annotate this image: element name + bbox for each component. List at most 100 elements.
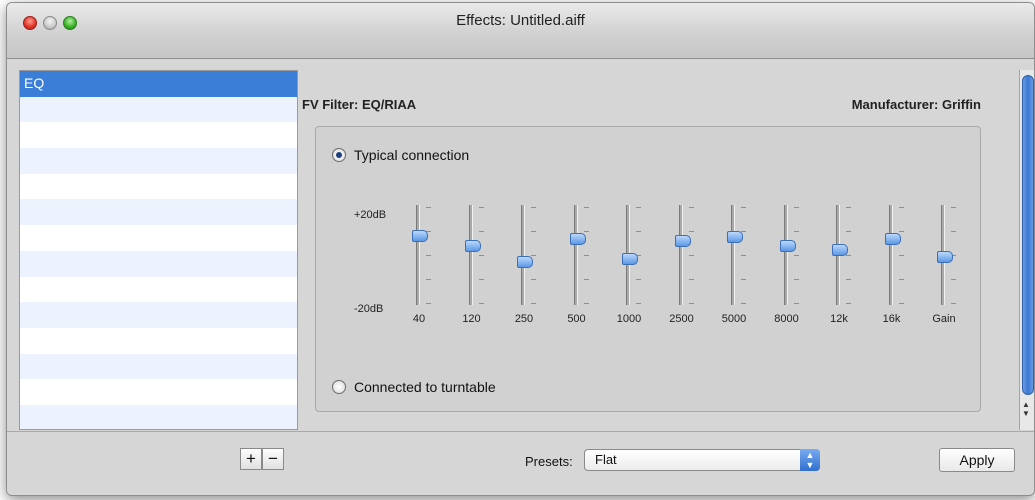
slider-tick xyxy=(951,207,956,208)
slider-thumb[interactable] xyxy=(412,229,428,242)
slider-thumb[interactable] xyxy=(517,256,533,269)
apply-button[interactable]: Apply xyxy=(939,448,1015,472)
list-item[interactable] xyxy=(20,122,297,148)
slider-thumb[interactable] xyxy=(727,231,743,244)
list-item[interactable] xyxy=(20,379,297,405)
db-top-label: +20dB xyxy=(354,209,387,221)
slider-tick xyxy=(688,303,694,304)
list-item[interactable] xyxy=(20,328,297,354)
slider-tick xyxy=(846,207,851,208)
slider-thumb[interactable] xyxy=(622,253,638,266)
eq-slider[interactable]: 2500 xyxy=(669,205,715,335)
list-item[interactable] xyxy=(20,302,297,328)
slider-thumb[interactable] xyxy=(569,233,586,246)
eq-slider[interactable]: 1000 xyxy=(617,205,662,335)
eq-slider[interactable]: 250 xyxy=(515,205,557,335)
list-item[interactable] xyxy=(20,174,297,200)
effects-window: Effects: Untitled.aiff EQ FV Filter: EQ/… xyxy=(6,2,1035,496)
list-item[interactable]: EQ xyxy=(20,71,297,97)
radio-typical-connection[interactable]: Typical connection xyxy=(332,147,469,163)
remove-effect-button[interactable]: − xyxy=(262,448,284,470)
slider-tick xyxy=(688,255,694,256)
band-label: Gain xyxy=(932,313,956,325)
slider-tick xyxy=(636,303,641,304)
band-label: 1000 xyxy=(616,313,642,325)
window-title: Effects: Untitled.aiff xyxy=(456,12,585,29)
slider-tick xyxy=(531,279,536,280)
slider-tick xyxy=(426,207,431,208)
radio-selected-icon xyxy=(332,148,346,162)
effect-list[interactable]: EQ xyxy=(19,70,298,430)
band-label: 40 xyxy=(412,313,426,325)
slider-track xyxy=(888,205,893,305)
slider-thumb[interactable] xyxy=(832,243,848,256)
eq-slider[interactable]: 16k xyxy=(883,205,925,335)
bottom-toolbar: + − Presets: Flat ▲ ▼ Apply xyxy=(7,431,1034,495)
eq-settings-box: Typical connection +20dB -20dB 40 120 250 5… xyxy=(315,126,981,412)
vertical-scrollbar[interactable]: ▲ ▼ xyxy=(1019,70,1034,430)
slider-thumb[interactable] xyxy=(884,233,901,246)
list-item[interactable] xyxy=(20,353,297,380)
band-label: 16k xyxy=(882,313,901,325)
eq-slider[interactable]: 5000 xyxy=(722,205,767,335)
band-label: 500 xyxy=(567,313,586,325)
slider-tick xyxy=(898,255,904,256)
eq-slider[interactable]: 8000 xyxy=(774,205,820,335)
slider-tick xyxy=(951,231,956,232)
slider-tick xyxy=(793,207,799,208)
slider-tick xyxy=(951,303,956,304)
list-item[interactable] xyxy=(20,277,297,303)
slider-track xyxy=(416,205,420,305)
slider-tick xyxy=(583,255,589,256)
scroll-arrows-icon[interactable]: ▲ ▼ xyxy=(1022,400,1030,418)
list-item[interactable] xyxy=(20,225,297,251)
slider-tick xyxy=(688,207,694,208)
slider-tick xyxy=(478,279,484,280)
slider-tick xyxy=(846,279,851,280)
add-effect-button[interactable]: + xyxy=(240,448,262,470)
scroll-thumb[interactable] xyxy=(1022,75,1034,395)
eq-slider[interactable]: 12k xyxy=(830,205,872,335)
slider-tick xyxy=(951,279,956,280)
slider-thumb[interactable] xyxy=(674,234,691,247)
slider-track xyxy=(521,205,525,305)
slider-track xyxy=(678,205,683,305)
slider-tick xyxy=(583,207,589,208)
manufacturer-name: Manufacturer: Griffin xyxy=(851,97,981,112)
presets-value: Flat xyxy=(595,452,617,467)
slider-tick xyxy=(688,231,694,232)
band-label: 2500 xyxy=(669,313,694,325)
slider-thumb[interactable] xyxy=(937,250,953,263)
slider-tick xyxy=(793,303,799,304)
slider-tick xyxy=(793,279,799,280)
list-item[interactable] xyxy=(20,148,297,174)
radio-connected-turntable[interactable]: Connected to turntable xyxy=(332,379,496,395)
slider-tick xyxy=(531,231,536,232)
presets-select[interactable]: Flat ▲ ▼ xyxy=(584,449,820,471)
list-item[interactable] xyxy=(20,199,297,226)
slider-tick xyxy=(478,255,484,256)
slider-thumb[interactable] xyxy=(464,240,481,253)
eq-panel: FV Filter: EQ/RIAA Manufacturer: Griffin… xyxy=(299,70,1019,430)
list-item[interactable] xyxy=(20,250,297,277)
slider-tick xyxy=(426,255,431,256)
slider-tick xyxy=(741,255,746,256)
list-item[interactable] xyxy=(20,404,297,429)
slider-tick xyxy=(478,207,484,208)
slider-thumb[interactable] xyxy=(779,240,796,253)
band-label: 8000 xyxy=(774,313,799,325)
eq-slider[interactable]: 120 xyxy=(462,205,505,335)
slider-track xyxy=(573,205,578,305)
band-label: 5000 xyxy=(721,313,747,325)
slider-tick xyxy=(898,303,904,304)
eq-slider[interactable]: 500 xyxy=(567,205,610,335)
eq-slider[interactable]: 40 xyxy=(412,205,452,335)
slider-tick xyxy=(898,279,904,280)
slider-tick xyxy=(898,207,904,208)
eq-slider[interactable]: Gain xyxy=(932,205,977,335)
slider-tick xyxy=(531,255,536,256)
db-bottom-label: -20dB xyxy=(354,303,384,315)
slider-tick xyxy=(636,279,641,280)
list-item[interactable] xyxy=(20,96,297,123)
presets-label: Presets: xyxy=(525,454,573,469)
